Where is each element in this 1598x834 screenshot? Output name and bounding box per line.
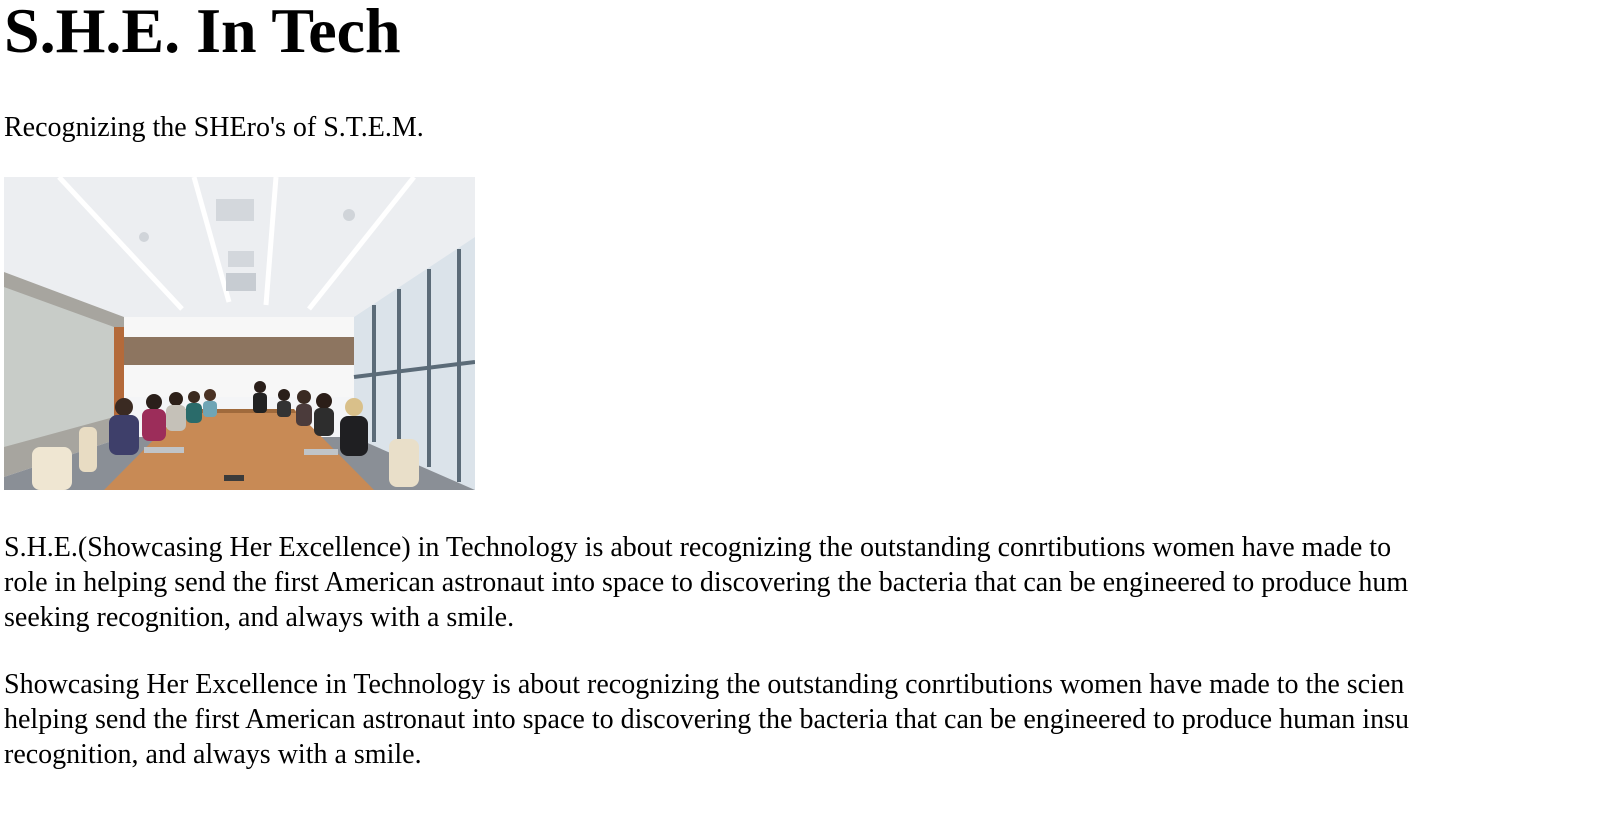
intro-line-3: seeking recognition, and always with a s…	[4, 602, 515, 633]
intro-line-1: S.H.E.(Showcasing Her Excellence) in Tec…	[4, 532, 1392, 563]
second-line-1: Showcasing Her Excellence in Technology …	[4, 669, 1405, 700]
page: S.H.E. In Tech Recognizing the SHEro's o…	[0, 0, 1598, 834]
page-subtitle: Recognizing the SHEro's of S.T.E.M.	[4, 112, 424, 143]
second-paragraph: Showcasing Her Excellence in Technology …	[4, 667, 1598, 772]
intro-paragraph: S.H.E.(Showcasing Her Excellence) in Tec…	[4, 530, 1598, 635]
second-line-2: helping send the first American astronau…	[4, 704, 1409, 735]
conference-room-photo-icon	[4, 177, 475, 490]
page-title: S.H.E. In Tech	[4, 0, 401, 66]
second-line-3: recognition, and always with a smile.	[4, 739, 422, 770]
intro-line-2: role in helping send the first American …	[4, 567, 1409, 598]
hero-image	[4, 177, 475, 490]
